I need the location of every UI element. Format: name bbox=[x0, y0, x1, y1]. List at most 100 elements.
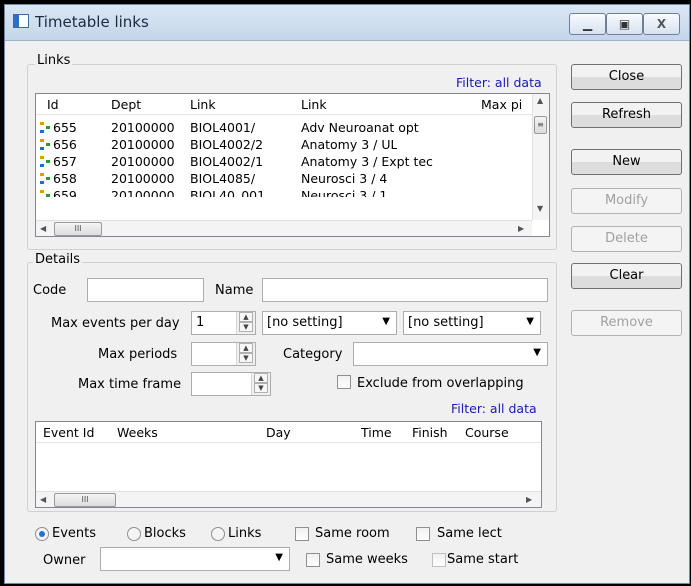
exclude-overlapping-label: Exclude from overlapping bbox=[357, 376, 524, 391]
modify-button[interactable]: Modify bbox=[571, 188, 682, 214]
title-bar: Timetable links ▁ ▣ X bbox=[5, 5, 689, 41]
same-weeks-checkbox[interactable] bbox=[306, 553, 320, 567]
link-icon bbox=[40, 190, 51, 197]
details-group-label: Details bbox=[33, 252, 83, 267]
same-start-label: Same start bbox=[447, 552, 519, 567]
max-periods-spin[interactable]: ▲ ▼ bbox=[236, 343, 255, 365]
scroll-up-arrow-icon[interactable]: ▲ bbox=[537, 96, 543, 105]
close-window-button[interactable]: X bbox=[643, 13, 680, 35]
events-filter-link[interactable]: Filter: all data bbox=[451, 401, 537, 416]
links-list-header: Id Dept Link Link Max pi bbox=[36, 94, 549, 115]
name-label: Name bbox=[215, 283, 254, 298]
col-link-name[interactable]: Link bbox=[301, 97, 327, 112]
same-lect-checkbox[interactable] bbox=[416, 527, 430, 541]
col-time[interactable]: Time bbox=[361, 425, 392, 440]
max-periods-stepper[interactable]: ▲ ▼ bbox=[191, 342, 256, 366]
links-group-label: Links bbox=[35, 53, 73, 68]
links-row[interactable]: 655 20100000 BIOL4001/ Adv Neuroanat opt bbox=[36, 119, 549, 136]
links-row[interactable]: 659 20100000 BIOL40_001 Neurosci 3 / 1 bbox=[36, 187, 549, 197]
col-max-periods[interactable]: Max pi bbox=[481, 97, 527, 112]
owner-select[interactable]: ▼ bbox=[100, 547, 290, 571]
blocks-radio[interactable] bbox=[127, 527, 141, 541]
spin-up-icon[interactable]: ▲ bbox=[254, 373, 268, 383]
links-row[interactable]: 657 20100000 BIOL4002/1 Anatomy 3 / Expt… bbox=[36, 153, 549, 170]
scroll-left-arrow-icon[interactable]: ◀ bbox=[40, 224, 46, 233]
scroll-thumb[interactable]: III bbox=[54, 493, 116, 507]
delete-button[interactable]: Delete bbox=[571, 226, 682, 252]
spin-down-icon[interactable]: ▼ bbox=[239, 322, 253, 332]
chevron-down-icon: ▼ bbox=[382, 316, 390, 327]
events-radio-label[interactable]: Events bbox=[52, 526, 96, 541]
links-filter-link[interactable]: Filter: all data bbox=[456, 75, 542, 90]
spin-down-icon[interactable]: ▼ bbox=[239, 353, 253, 363]
exclude-overlapping-checkbox[interactable] bbox=[337, 375, 351, 389]
col-day[interactable]: Day bbox=[266, 425, 291, 440]
link-icon bbox=[40, 139, 51, 150]
max-periods-label: Max periods bbox=[98, 347, 178, 362]
events-list-header: Event Id Weeks Day Time Finish Course bbox=[36, 422, 541, 443]
setting-select-1[interactable]: [no setting] ▼ bbox=[262, 311, 397, 335]
col-finish[interactable]: Finish bbox=[412, 425, 448, 440]
blocks-radio-label[interactable]: Blocks bbox=[144, 526, 186, 541]
links-vertical-scrollbar[interactable]: ▲ ≡ ▼ bbox=[532, 94, 549, 220]
links-row[interactable]: 656 20100000 BIOL4002/2 Anatomy 3 / UL bbox=[36, 136, 549, 153]
events-radio[interactable] bbox=[35, 527, 49, 541]
col-dept[interactable]: Dept bbox=[111, 97, 141, 112]
window-title: Timetable links bbox=[35, 13, 149, 31]
links-row[interactable]: 658 20100000 BIOL4085/ Neurosci 3 / 4 bbox=[36, 170, 549, 187]
maximize-button[interactable]: ▣ bbox=[606, 13, 643, 35]
max-events-value: 1 bbox=[196, 315, 205, 330]
col-event-id[interactable]: Event Id bbox=[43, 425, 94, 440]
max-events-spin[interactable]: ▲ ▼ bbox=[236, 312, 255, 334]
new-button[interactable]: New bbox=[571, 149, 682, 175]
clear-button[interactable]: Clear bbox=[571, 263, 682, 289]
events-horizontal-scrollbar[interactable]: ◀ III ▶ bbox=[36, 491, 541, 507]
same-start-checkbox[interactable] bbox=[432, 553, 446, 567]
same-weeks-label: Same weeks bbox=[326, 552, 408, 567]
max-time-frame-label: Max time frame bbox=[78, 377, 182, 392]
scroll-thumb[interactable]: III bbox=[54, 222, 102, 236]
max-events-label: Max events per day bbox=[51, 316, 180, 331]
scroll-down-arrow-icon[interactable]: ▼ bbox=[537, 204, 543, 213]
link-icon bbox=[40, 173, 51, 184]
owner-label: Owner bbox=[43, 553, 86, 568]
spin-up-icon[interactable]: ▲ bbox=[239, 343, 253, 353]
links-horizontal-scrollbar[interactable]: ◀ III ▶ bbox=[36, 220, 532, 236]
spin-down-icon[interactable]: ▼ bbox=[254, 383, 268, 393]
name-input[interactable] bbox=[262, 278, 548, 302]
category-label: Category bbox=[283, 347, 343, 362]
chevron-down-icon: ▼ bbox=[533, 347, 541, 358]
max-time-frame-spin[interactable]: ▲ ▼ bbox=[251, 373, 270, 395]
refresh-button[interactable]: Refresh bbox=[571, 102, 682, 128]
scroll-right-arrow-icon[interactable]: ▶ bbox=[518, 224, 524, 233]
chevron-down-icon: ▼ bbox=[526, 316, 534, 327]
col-weeks[interactable]: Weeks bbox=[117, 425, 158, 440]
chevron-down-icon: ▼ bbox=[275, 552, 283, 563]
links-list[interactable]: Id Dept Link Link Max pi 655 20100000 BI… bbox=[35, 93, 550, 237]
col-link-code[interactable]: Link bbox=[190, 97, 216, 112]
code-label: Code bbox=[33, 283, 67, 298]
scroll-thumb[interactable]: ≡ bbox=[534, 116, 547, 134]
scroll-right-arrow-icon[interactable]: ▶ bbox=[526, 495, 532, 504]
same-lect-label: Same lect bbox=[437, 526, 502, 541]
code-input[interactable] bbox=[87, 278, 204, 302]
col-id[interactable]: Id bbox=[47, 97, 59, 112]
same-room-checkbox[interactable] bbox=[295, 527, 309, 541]
link-icon bbox=[40, 156, 51, 167]
links-radio[interactable] bbox=[211, 527, 225, 541]
close-button[interactable]: Close bbox=[571, 64, 682, 90]
minimize-button[interactable]: ▁ bbox=[569, 13, 606, 35]
spin-up-icon[interactable]: ▲ bbox=[239, 312, 253, 322]
events-list[interactable]: Event Id Weeks Day Time Finish Course ◀ … bbox=[35, 421, 542, 508]
max-time-frame-stepper[interactable]: ▲ ▼ bbox=[191, 372, 271, 396]
app-icon bbox=[13, 14, 29, 28]
max-events-stepper[interactable]: 1 ▲ ▼ bbox=[191, 311, 256, 335]
col-course[interactable]: Course bbox=[465, 425, 509, 440]
same-room-label: Same room bbox=[315, 526, 390, 541]
setting-select-2[interactable]: [no setting] ▼ bbox=[403, 311, 541, 335]
remove-button[interactable]: Remove bbox=[571, 310, 682, 336]
links-radio-label[interactable]: Links bbox=[228, 526, 261, 541]
category-select[interactable]: ▼ bbox=[353, 342, 548, 366]
timetable-links-window: Timetable links ▁ ▣ X Links Filter: all … bbox=[4, 4, 690, 584]
scroll-left-arrow-icon[interactable]: ◀ bbox=[40, 495, 46, 504]
